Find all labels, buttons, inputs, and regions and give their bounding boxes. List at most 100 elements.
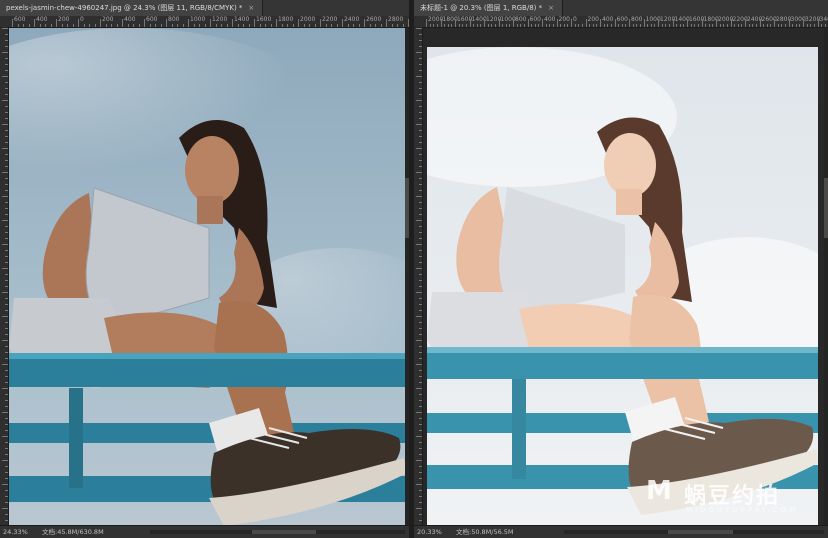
ruler-tick <box>824 24 826 27</box>
image-canvas-original[interactable] <box>9 28 406 526</box>
ruler-tick <box>419 118 422 119</box>
ruler-tick <box>419 184 422 185</box>
ruler-tick <box>105 24 107 27</box>
ruler-tick <box>672 19 674 27</box>
horizontal-scrollbar[interactable] <box>150 530 405 534</box>
horizontal-scrollbar[interactable] <box>564 530 824 534</box>
ruler-tick <box>426 19 427 27</box>
ruler-tick <box>265 24 266 27</box>
ruler-tick <box>484 19 485 27</box>
horizontal-ruler[interactable]: 600 400 200 0 200 400 600 800 1000 1200 1400 1600 18… <box>8 16 409 28</box>
ruler-tick <box>5 394 8 395</box>
ruler-tick <box>5 130 8 131</box>
ruler-tick <box>259 24 261 27</box>
zoom-level[interactable]: 24.33% <box>3 526 28 538</box>
ruler-tick <box>2 316 8 317</box>
ruler-tick <box>416 220 422 221</box>
ruler-tick <box>419 430 422 431</box>
ruler-tick <box>5 280 8 281</box>
ruler-tick <box>509 24 511 27</box>
ruler-tick <box>5 430 8 431</box>
ruler-tick <box>416 484 422 485</box>
ruler-tick <box>759 19 761 27</box>
document-size-info[interactable]: 文档:45.8M/630.8M <box>42 526 104 538</box>
ruler-tick <box>821 24 823 27</box>
ruler-tick <box>5 136 8 137</box>
document-window-left: pexels-jasmin-chew-4960247.jpg @ 24.3% (… <box>0 0 409 538</box>
ruler-tick <box>419 448 422 449</box>
ruler-tick <box>419 376 422 377</box>
ruler-tick <box>5 34 8 35</box>
horizontal-ruler[interactable]: 2000 1800 1600 1400 1200 1000 800 600 400 200 0 200… <box>422 16 828 28</box>
ruler-tick <box>5 310 8 311</box>
ruler-tick <box>534 24 536 27</box>
image-canvas-edited[interactable] <box>427 47 818 526</box>
ruler-tick <box>618 24 620 27</box>
ruler-tick <box>5 322 8 323</box>
ruler-tick <box>763 24 765 27</box>
ruler-tick <box>28 24 30 27</box>
close-icon[interactable]: × <box>548 4 554 12</box>
ruler-tick <box>556 19 558 27</box>
document-size-info[interactable]: 文档:50.8M/56.5M <box>456 526 514 538</box>
ruler-tick <box>419 202 422 203</box>
scroll-thumb[interactable] <box>824 178 828 238</box>
vertical-scrollbar[interactable] <box>824 28 828 526</box>
ruler-tick <box>469 19 471 27</box>
ruler-tick <box>585 19 587 27</box>
ruler-tick <box>5 370 8 371</box>
scroll-thumb[interactable] <box>668 530 733 534</box>
ruler-tick <box>281 24 283 27</box>
document-tab-right[interactable]: 未标题-1 @ 20.3% (图层 1, RGB/8) * × <box>414 0 563 16</box>
ruler-tick <box>610 24 612 27</box>
ruler-tick <box>2 196 8 197</box>
ruler-tick <box>226 24 228 27</box>
ruler-tick <box>494 24 496 27</box>
ruler-tick <box>603 24 605 27</box>
ruler-tick <box>436 24 438 27</box>
close-icon[interactable]: × <box>248 4 254 12</box>
ruler-tick <box>647 24 649 27</box>
ruler-tick <box>419 358 422 359</box>
ruler-tick <box>549 24 551 27</box>
ruler-tick <box>458 24 460 27</box>
ruler-tick <box>199 24 200 27</box>
ruler-tick <box>5 454 8 455</box>
ruler-label: 2800 <box>388 16 404 23</box>
ruler-tick <box>237 24 239 27</box>
ruler-tick <box>5 106 8 107</box>
ruler-tick <box>5 40 8 41</box>
ruler-tick <box>5 154 8 155</box>
document-tab-left[interactable]: pexels-jasmin-chew-4960247.jpg @ 24.3% (… <box>0 0 264 16</box>
ruler-tick <box>5 214 8 215</box>
ruler-tick <box>419 370 422 371</box>
ruler-tick <box>578 24 580 27</box>
ruler-tick <box>5 112 8 113</box>
ruler-tick <box>204 24 206 27</box>
ruler-tick <box>419 208 422 209</box>
ruler-tick <box>419 322 422 323</box>
scroll-thumb[interactable] <box>252 530 316 534</box>
ruler-tick <box>56 19 57 27</box>
ruler-tick <box>342 19 343 27</box>
ruler-label: 1400 <box>234 16 250 23</box>
ruler-tick <box>61 24 63 27</box>
ruler-tick <box>2 76 8 77</box>
ruler-tick <box>298 19 299 27</box>
ruler-tick <box>777 24 779 27</box>
ruler-tick <box>719 24 721 27</box>
vertical-ruler[interactable] <box>0 28 9 526</box>
ruler-tick <box>2 292 8 293</box>
zoom-level[interactable]: 20.33% <box>417 526 442 538</box>
ruler-tick <box>5 262 8 263</box>
ruler-tick <box>810 24 812 27</box>
ruler-label: 600 <box>616 16 628 23</box>
ruler-tick <box>17 24 19 27</box>
ruler-tick <box>5 94 8 95</box>
ruler-label: 1800 <box>278 16 294 23</box>
ruler-tick <box>419 106 422 107</box>
vertical-ruler[interactable] <box>414 28 423 526</box>
ruler-tick <box>2 460 8 461</box>
document-tab-title: pexels-jasmin-chew-4960247.jpg @ 24.3% (… <box>6 4 243 12</box>
ruler-tick <box>331 24 332 27</box>
